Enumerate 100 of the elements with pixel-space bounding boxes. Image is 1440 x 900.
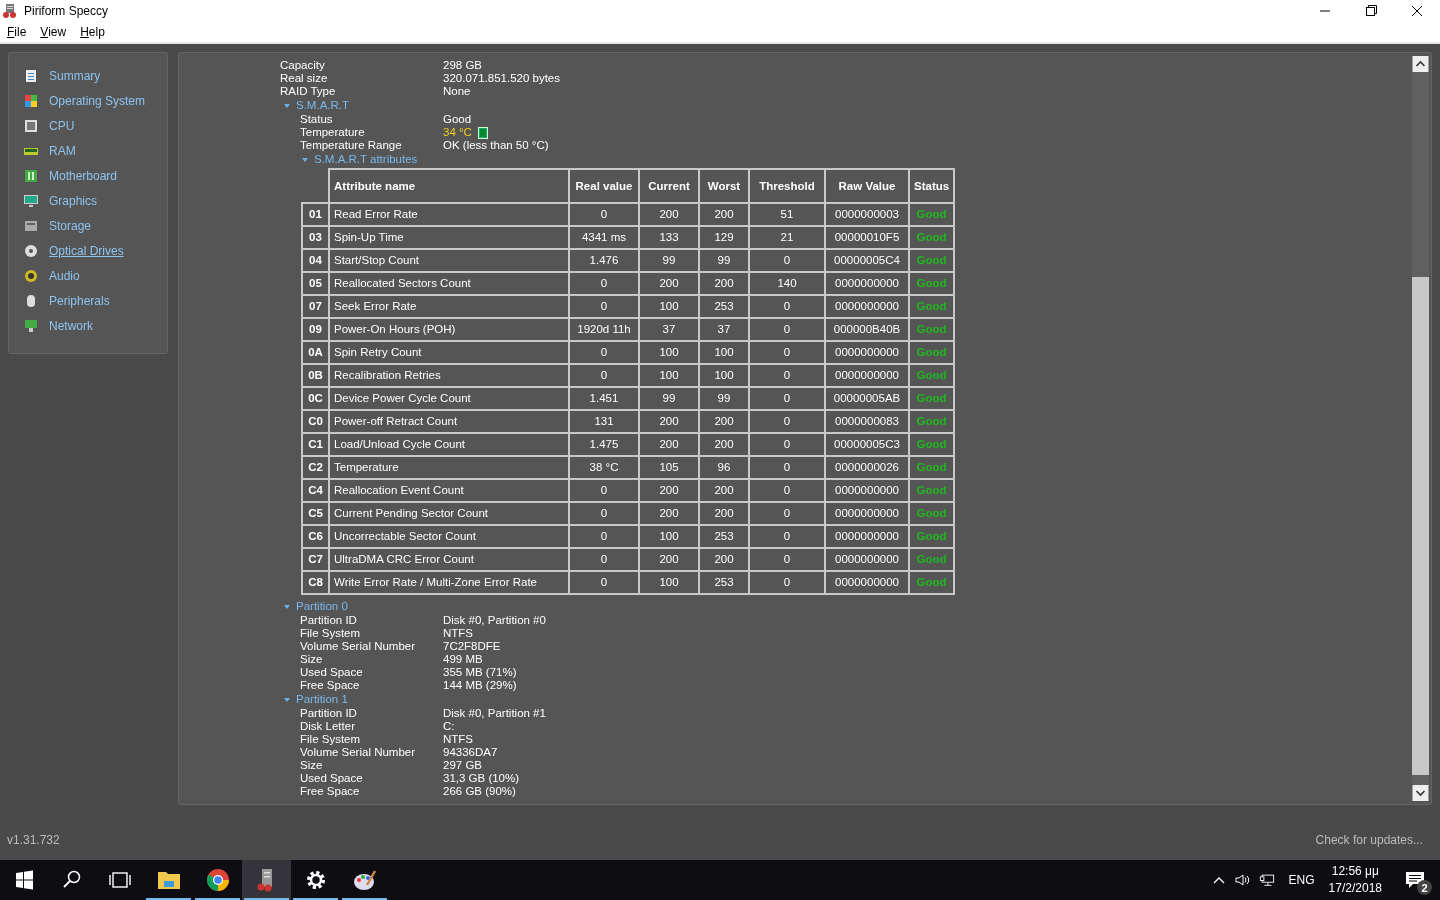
table-cell: Power-off Retract Count — [329, 410, 569, 433]
attribute-id-cell: 0C — [302, 387, 329, 410]
speaker-icon — [24, 268, 38, 283]
table-cell: 200 — [699, 410, 749, 433]
column-header: Worst — [699, 169, 749, 203]
sidebar-item[interactable]: Summary — [49, 68, 101, 83]
taskbar-app-button[interactable] — [242, 860, 291, 900]
sidebar-item[interactable]: RAM — [49, 143, 76, 158]
table-cell: Spin Retry Count — [329, 341, 569, 364]
browser-icon — [205, 868, 230, 892]
table-cell: 0000000026 — [825, 456, 909, 479]
sidebar-item[interactable]: Operating System — [49, 93, 146, 108]
table-cell: 200 — [639, 203, 699, 226]
sidebar-item[interactable]: Network — [49, 318, 93, 333]
table-cell: 200 — [639, 433, 699, 456]
table-cell: Start/Stop Count — [329, 249, 569, 272]
scrollbar[interactable] — [1412, 53, 1431, 804]
property-label: Disk Letter — [300, 720, 356, 733]
attribute-id-cell: C2 — [302, 456, 329, 479]
sidebar-item[interactable]: Audio — [49, 268, 80, 283]
table-cell: 100 — [639, 295, 699, 318]
table-cell: 200 — [699, 502, 749, 525]
status-cell: Good — [909, 571, 955, 594]
table-cell: 131 — [569, 410, 639, 433]
speaker-icon[interactable] — [1234, 873, 1251, 887]
scroll-up-button[interactable] — [1412, 56, 1429, 72]
status-cell: Good — [909, 502, 955, 525]
section-toggle[interactable]: Partition 1 — [280, 692, 348, 707]
expand-arrow-icon — [283, 101, 291, 110]
notification-count-badge: 2 — [1417, 880, 1432, 895]
mouse-icon — [24, 293, 38, 308]
property-label: Temperature Range — [300, 139, 403, 152]
table-cell: 0 — [569, 364, 639, 387]
clock-time[interactable]: 12:56 μμ — [1331, 863, 1379, 880]
property-label: Used Space — [300, 666, 364, 679]
column-header: Current — [639, 169, 699, 203]
sidebar-item[interactable]: Optical Drives — [49, 243, 124, 258]
table-cell: 0 — [569, 502, 639, 525]
table-cell: 000000B40B — [825, 318, 909, 341]
network-icon[interactable] — [1258, 873, 1275, 887]
sidebar-item[interactable]: Storage — [49, 218, 92, 233]
table-cell: Reallocation Event Count — [329, 479, 569, 502]
sidebar-item[interactable]: CPU — [49, 118, 75, 133]
menu-item[interactable]: View — [33, 25, 74, 39]
table-cell: Uncorrectable Sector Count — [329, 525, 569, 548]
column-header: Threshold — [749, 169, 825, 203]
table-cell: 200 — [639, 272, 699, 295]
update-link[interactable]: Check for updates... — [1315, 833, 1423, 848]
table-cell: 200 — [699, 548, 749, 571]
table-cell: 253 — [699, 295, 749, 318]
section-toggle[interactable]: S.M.A.R.T — [280, 98, 350, 113]
table-cell: 100 — [639, 525, 699, 548]
table-cell: 0 — [749, 571, 825, 594]
chip-icon — [24, 118, 38, 133]
property-label: Status — [300, 113, 334, 126]
table-cell: 38 °C — [569, 456, 639, 479]
temperature-gauge-icon — [477, 126, 488, 139]
property-value: 266 GB (90%) — [443, 785, 516, 798]
column-header: Real value — [569, 169, 639, 203]
property-value: NTFS — [443, 627, 474, 640]
property-label: Used Space — [300, 772, 364, 785]
section-toggle[interactable]: S.M.A.R.T attributes — [298, 152, 418, 167]
table-cell: 0 — [749, 364, 825, 387]
table-cell: 0000000083 — [825, 410, 909, 433]
menu-item[interactable]: Help — [73, 25, 112, 39]
property-value: 298 GB — [443, 59, 482, 72]
language-indicator[interactable]: ENG — [1288, 873, 1315, 887]
table-cell: 0 — [749, 249, 825, 272]
property-label: Temperature — [300, 126, 366, 139]
status-cell: Good — [909, 272, 955, 295]
property-label: Free Space — [300, 785, 361, 798]
table-cell: 200 — [639, 548, 699, 571]
sidebar-item[interactable]: Peripherals — [49, 293, 110, 308]
property-value: 297 GB — [443, 759, 482, 772]
status-cell: Good — [909, 410, 955, 433]
property-label: RAID Type — [280, 85, 337, 98]
table-cell: 0 — [749, 318, 825, 341]
property-value: None — [443, 85, 471, 98]
status-cell: Good — [909, 341, 955, 364]
attribute-id-cell: 03 — [302, 226, 329, 249]
table-cell: 51 — [749, 203, 825, 226]
scroll-thumb[interactable] — [1412, 277, 1429, 775]
property-value: 320.071.851.520 bytes — [443, 72, 561, 85]
menu-item[interactable]: File — [0, 25, 34, 39]
clock-date[interactable]: 17/2/2018 — [1328, 880, 1382, 897]
table-cell: 0000000000 — [825, 479, 909, 502]
section-toggle[interactable]: Partition 0 — [280, 599, 348, 614]
property-value: 144 MB (29%) — [443, 679, 517, 692]
sidebar-item[interactable]: Motherboard — [49, 168, 118, 183]
table-cell: Write Error Rate / Multi-Zone Error Rate — [329, 571, 569, 594]
sidebar-item[interactable]: Graphics — [49, 193, 98, 208]
property-label: Size — [300, 653, 324, 666]
status-cell: Good — [909, 295, 955, 318]
status-cell: Good — [909, 249, 955, 272]
property-label: Volume Serial Number — [300, 746, 417, 759]
property-value: Good — [443, 113, 472, 126]
table-cell: 00000005C4 — [825, 249, 909, 272]
table-cell: 200 — [699, 272, 749, 295]
table-cell: 140 — [749, 272, 825, 295]
table-cell: 200 — [639, 410, 699, 433]
